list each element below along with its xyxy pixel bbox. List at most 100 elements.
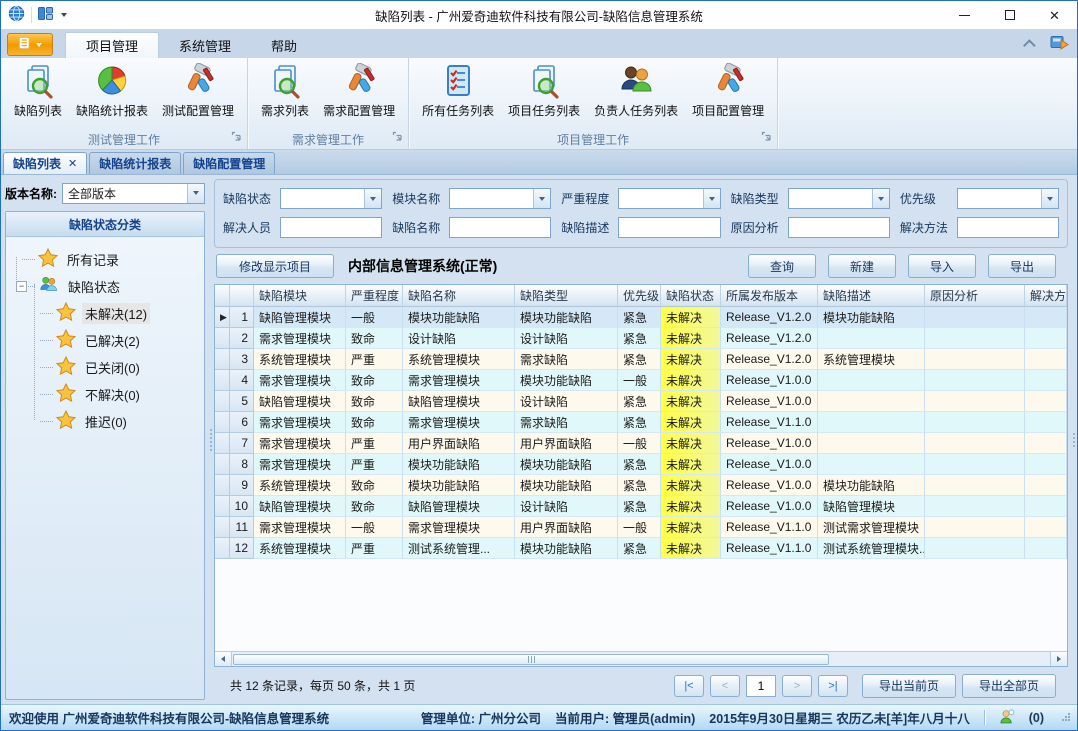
filter-value-input[interactable]: [281, 189, 364, 208]
table-row[interactable]: 5缺陷管理模块致命缺陷管理模块设计缺陷紧急未解决Release_V1.0.0: [215, 391, 1067, 412]
ribbon-tab-help[interactable]: 帮助: [251, 32, 317, 58]
filter-combobox[interactable]: [449, 188, 551, 209]
dialog-launcher-icon[interactable]: [231, 131, 242, 145]
first-page-button[interactable]: |<: [674, 675, 704, 697]
resize-grip[interactable]: [1062, 713, 1071, 722]
horizontal-scrollbar[interactable]: [215, 651, 1067, 666]
filter-input[interactable]: [788, 217, 890, 238]
dropdown-button[interactable]: [364, 189, 381, 208]
document-tab-缺陷列表[interactable]: 缺陷列表✕: [3, 152, 87, 174]
ribbon-button-缺陷统计报表[interactable]: 缺陷统计报表: [69, 61, 155, 121]
next-page-button[interactable]: >: [782, 675, 812, 697]
dropdown-button[interactable]: [872, 189, 889, 208]
column-header-缺陷类型[interactable]: 缺陷类型: [515, 285, 618, 306]
filter-value-input[interactable]: [958, 189, 1041, 208]
tree-expander-icon[interactable]: −: [16, 281, 27, 292]
table-row[interactable]: 11需求管理模块一般需求管理模块用户界面缺陷一般未解决Release_V1.1.…: [215, 517, 1067, 538]
table-row[interactable]: 6需求管理模块致命需求管理模块需求缺陷紧急未解决Release_V1.1.0: [215, 412, 1067, 433]
table-row[interactable]: 9系统管理模块致命模块功能缺陷模块功能缺陷紧急未解决Release_V1.0.0…: [215, 475, 1067, 496]
ribbon-button-缺陷列表[interactable]: 缺陷列表: [7, 61, 69, 121]
column-header-缺陷模块[interactable]: 缺陷模块: [254, 285, 346, 306]
scroll-right-button[interactable]: [1050, 652, 1067, 666]
column-header-严重程度[interactable]: 严重程度: [346, 285, 403, 306]
toolbar-button-导出[interactable]: 导出: [988, 254, 1056, 278]
tree-item-未解决(12)[interactable]: 未解决(12): [12, 300, 202, 327]
switch-window-icon[interactable]: [1050, 34, 1069, 53]
dropdown-button[interactable]: [187, 184, 204, 203]
filter-value-input[interactable]: [619, 218, 719, 237]
sidebar-splitter[interactable]: [207, 175, 214, 704]
tree-item-已关闭(0)[interactable]: 已关闭(0): [12, 354, 202, 381]
dropdown-button[interactable]: [533, 189, 550, 208]
maximize-button[interactable]: [987, 1, 1032, 29]
table-row[interactable]: 12系统管理模块严重测试系统管理...模块功能缺陷紧急未解决Release_V1…: [215, 538, 1067, 559]
version-combobox[interactable]: 全部版本: [62, 183, 205, 204]
filter-combobox[interactable]: [280, 188, 382, 209]
dropdown-button[interactable]: [1041, 189, 1058, 208]
table-row[interactable]: 7需求管理模块严重用户界面缺陷用户界面缺陷一般未解决Release_V1.0.0: [215, 433, 1067, 454]
toolbar-button-查询[interactable]: 查询: [748, 254, 816, 278]
tree-item-不解决(0)[interactable]: 不解决(0): [12, 381, 202, 408]
minimize-button[interactable]: [942, 1, 987, 29]
modify-display-items-button[interactable]: 修改显示项目: [216, 254, 334, 278]
filter-input[interactable]: [280, 217, 382, 238]
document-tab-缺陷统计报表[interactable]: 缺陷统计报表: [89, 152, 181, 174]
tree-item-缺陷状态[interactable]: −缺陷状态: [12, 273, 202, 300]
column-header-缺陷名称[interactable]: 缺陷名称: [403, 285, 515, 306]
filter-value-input[interactable]: [450, 218, 550, 237]
filter-value-input[interactable]: [958, 218, 1058, 237]
filter-value-input[interactable]: [281, 218, 381, 237]
table-row[interactable]: 2需求管理模块致命设计缺陷设计缺陷紧急未解决Release_V1.2.0: [215, 328, 1067, 349]
table-row[interactable]: 4需求管理模块致命需求管理模块模块功能缺陷一般未解决Release_V1.0.0: [215, 370, 1067, 391]
ribbon-button-测试配置管理[interactable]: 测试配置管理: [155, 61, 241, 121]
dialog-launcher-icon[interactable]: [761, 131, 772, 145]
chevron-down-icon[interactable]: [61, 13, 67, 17]
ribbon-tab-project[interactable]: 项目管理: [65, 32, 159, 58]
export-current-page-button[interactable]: 导出当前页: [862, 674, 956, 698]
ribbon-button-所有任务列表[interactable]: 所有任务列表: [415, 61, 501, 121]
tree-item-已解决(2)[interactable]: 已解决(2): [12, 327, 202, 354]
filter-input[interactable]: [449, 217, 551, 238]
filter-input[interactable]: [957, 217, 1059, 238]
filter-combobox[interactable]: [957, 188, 1059, 209]
collapse-ribbon-icon[interactable]: [1023, 39, 1036, 52]
close-button[interactable]: ✕: [1032, 1, 1077, 29]
toolbar-button-新建[interactable]: 新建: [828, 254, 896, 278]
filter-combobox[interactable]: [618, 188, 720, 209]
table-row[interactable]: 10缺陷管理模块致命缺陷管理模块设计缺陷紧急未解决Release_V1.0.0缺…: [215, 496, 1067, 517]
ribbon-button-需求列表[interactable]: 需求列表: [254, 61, 316, 121]
ribbon-button-负责人任务列表[interactable]: 负责人任务列表: [587, 61, 685, 121]
dialog-launcher-icon[interactable]: [392, 131, 403, 145]
prev-page-button[interactable]: <: [710, 675, 740, 697]
filter-value-input[interactable]: [619, 189, 702, 208]
close-tab-icon[interactable]: ✕: [68, 157, 77, 170]
table-row[interactable]: 8需求管理模块严重模块功能缺陷模块功能缺陷紧急未解决Release_V1.0.0: [215, 454, 1067, 475]
filter-value-input[interactable]: [789, 218, 889, 237]
right-splitter[interactable]: [1070, 175, 1077, 704]
ribbon-button-项目任务列表[interactable]: 项目任务列表: [501, 61, 587, 121]
toolbar-button-导入[interactable]: 导入: [908, 254, 976, 278]
export-all-pages-button[interactable]: 导出全部页: [962, 674, 1056, 698]
application-menu-button[interactable]: [7, 33, 53, 56]
column-header-原因分析[interactable]: 原因分析: [925, 285, 1025, 306]
document-tab-缺陷配置管理[interactable]: 缺陷配置管理: [183, 152, 275, 174]
last-page-button[interactable]: >|: [818, 675, 848, 697]
table-row[interactable]: ▶1缺陷管理模块一般模块功能缺陷模块功能缺陷紧急未解决Release_V1.2.…: [215, 307, 1067, 328]
table-row[interactable]: 3系统管理模块严重系统管理模块需求缺陷紧急未解决Release_V1.2.0系统…: [215, 349, 1067, 370]
filter-value-input[interactable]: [450, 189, 533, 208]
page-number-input[interactable]: [746, 675, 776, 697]
column-header-缺陷描述[interactable]: 缺陷描述: [818, 285, 925, 306]
scrollbar-thumb[interactable]: [233, 654, 829, 665]
app-globe-icon[interactable]: [8, 5, 25, 25]
scroll-left-button[interactable]: [215, 652, 232, 666]
tree-item-所有记录[interactable]: 所有记录: [12, 246, 202, 273]
filter-value-input[interactable]: [789, 189, 872, 208]
column-header-所属发布版本[interactable]: 所属发布版本: [721, 285, 818, 306]
column-header-解决方法[interactable]: 解决方法: [1025, 285, 1067, 306]
tree-item-推迟(0)[interactable]: 推迟(0): [12, 408, 202, 435]
ribbon-button-项目配置管理[interactable]: 项目配置管理: [685, 61, 771, 121]
column-header-优先级[interactable]: 优先级: [618, 285, 661, 306]
filter-input[interactable]: [618, 217, 720, 238]
layout-grid-icon[interactable]: [38, 7, 53, 23]
ribbon-button-需求配置管理[interactable]: 需求配置管理: [316, 61, 402, 121]
